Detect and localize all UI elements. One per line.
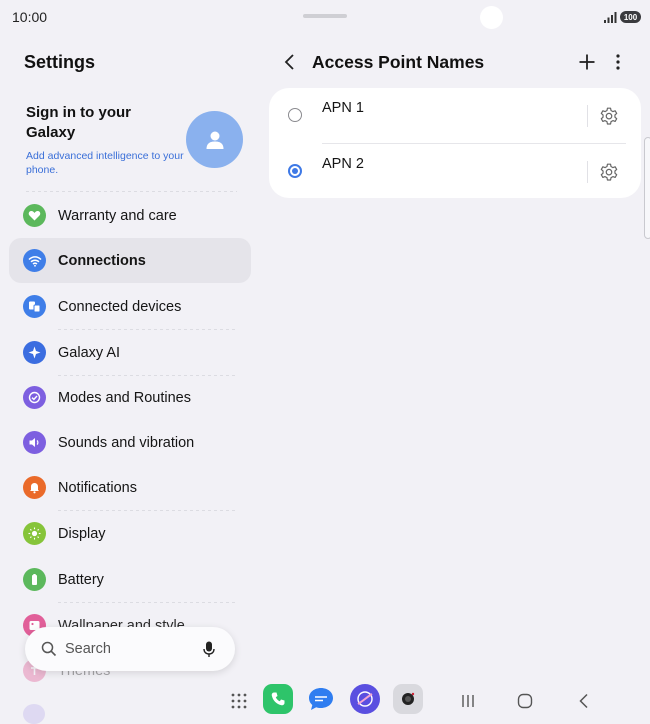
account-sign-in-title[interactable]: Sign in to your Galaxy	[26, 103, 176, 143]
camera-icon[interactable]	[393, 684, 423, 714]
settings-item-notifications[interactable]: Notifications	[9, 465, 251, 510]
apn-row-2[interactable]: APN 2	[269, 144, 641, 199]
sparkle-icon	[23, 341, 46, 364]
settings-item-connections[interactable]: Connections	[9, 238, 251, 283]
settings-item-sounds[interactable]: Sounds and vibration	[9, 420, 251, 465]
sun-icon	[23, 522, 46, 545]
page-title: Access Point Names	[312, 52, 485, 72]
wifi-icon	[23, 249, 46, 272]
search-bar[interactable]: Search	[25, 627, 235, 671]
search-label: Search	[65, 641, 111, 657]
chevron-left-icon[interactable]	[283, 53, 297, 71]
settings-item-label: Display	[58, 525, 106, 542]
avatar[interactable]	[186, 111, 243, 168]
account-sign-in-subtitle: Add advanced intelligence to your phone.	[26, 150, 184, 176]
settings-item-partial	[23, 704, 45, 724]
bell-icon	[23, 476, 46, 499]
divider	[587, 161, 588, 183]
settings-item-modes-routines[interactable]: Modes and Routines	[9, 375, 251, 420]
check-circle-icon	[23, 386, 46, 409]
settings-item-label: Modes and Routines	[58, 389, 191, 406]
drag-handle[interactable]	[303, 14, 347, 18]
heart-icon	[23, 204, 46, 227]
edge-panel-handle[interactable]	[644, 137, 650, 239]
front-camera-cutout	[480, 6, 503, 29]
settings-item-label: Connected devices	[58, 298, 182, 315]
home-icon[interactable]	[517, 693, 533, 709]
settings-item-label: Warranty and care	[58, 207, 177, 224]
apn-row-1[interactable]: APN 1	[269, 88, 641, 143]
mic-icon[interactable]	[203, 641, 215, 658]
apn-radio-1[interactable]	[288, 108, 302, 122]
messages-icon[interactable]	[306, 684, 336, 714]
settings-item-connected-devices[interactable]: Connected devices	[9, 284, 251, 329]
apps-grid-icon[interactable]	[231, 693, 247, 709]
settings-item-galaxy-ai[interactable]: Galaxy AI	[9, 330, 251, 375]
status-time: 10:00	[12, 9, 48, 25]
settings-item-label: Connections	[58, 252, 146, 269]
devices-icon	[23, 295, 46, 318]
settings-item-label: Notifications	[58, 479, 137, 496]
recents-icon[interactable]	[460, 693, 476, 709]
page-title: Settings	[24, 52, 96, 72]
battery-icon	[23, 568, 46, 591]
settings-item-label: Galaxy AI	[58, 344, 121, 361]
settings-item-warranty[interactable]: Warranty and care	[9, 193, 251, 238]
divider	[587, 105, 588, 127]
gear-icon[interactable]	[598, 161, 620, 183]
settings-item-label: Sounds and vibration	[58, 434, 195, 451]
phone-icon[interactable]	[263, 684, 293, 714]
person-icon	[206, 131, 223, 149]
speaker-icon	[23, 431, 46, 454]
signal-icon	[604, 12, 617, 23]
search-icon	[41, 641, 57, 657]
plus-icon[interactable]	[578, 53, 596, 71]
settings-item-display[interactable]: Display	[9, 511, 251, 556]
gear-icon[interactable]	[598, 105, 620, 127]
apn-radio-2[interactable]	[288, 164, 302, 178]
battery-indicator: 100	[620, 11, 641, 23]
divider	[322, 143, 626, 144]
internet-icon[interactable]	[350, 684, 380, 714]
settings-item-label: Battery	[58, 571, 104, 588]
more-vert-icon[interactable]	[613, 53, 623, 71]
apn-name: APN 1	[322, 100, 364, 116]
settings-item-battery[interactable]: Battery	[9, 557, 251, 602]
back-icon[interactable]	[577, 693, 591, 709]
divider	[26, 191, 237, 192]
apn-name: APN 2	[322, 156, 364, 172]
